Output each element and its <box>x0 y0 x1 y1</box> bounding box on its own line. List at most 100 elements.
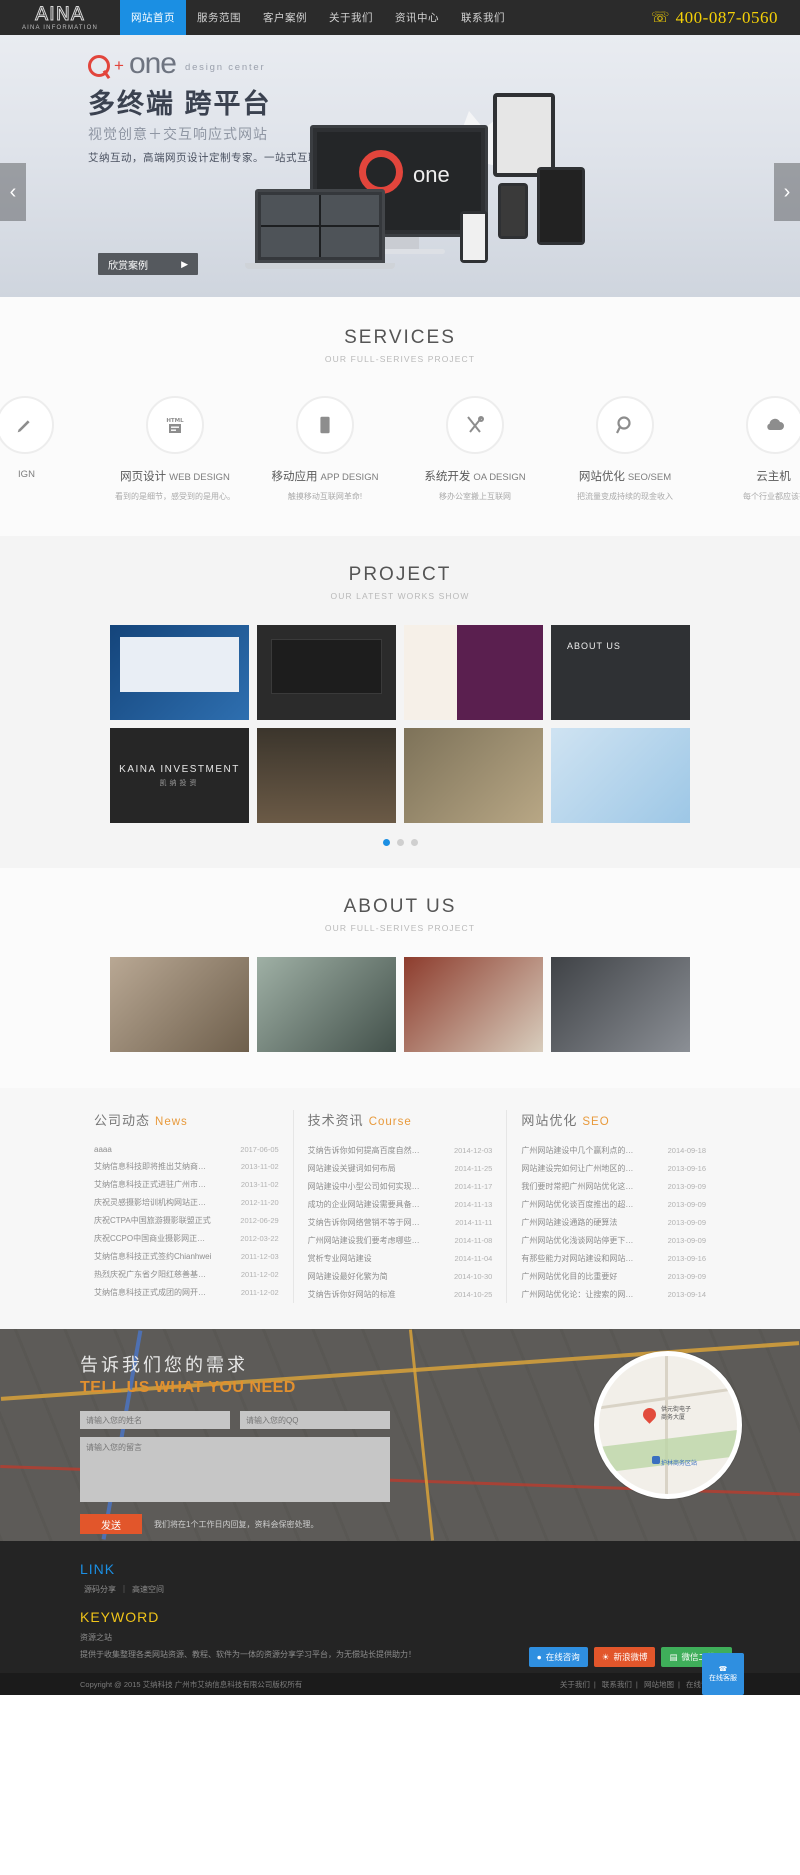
about-photo[interactable] <box>551 957 690 1052</box>
news-item[interactable]: 广州网站优化谈百度推出的超绝外 2013-09-09 <box>521 1195 706 1213</box>
map-station-icon <box>652 1456 660 1464</box>
news-item[interactable]: 艾纳信息科技正式进驻广州市番禺 2013-11-02 <box>94 1175 279 1193</box>
weibo-button[interactable]: ☀ 新浪微博 <box>593 1647 656 1667</box>
phone-left-mockup <box>460 211 488 263</box>
news-item[interactable]: 艾纳信息科技即将推出艾纳商务通 2013-11-02 <box>94 1157 279 1175</box>
service-item-web-design[interactable]: HTML 网页设计 WEB DESIGN 看到的是细节，感受到的是用心。 <box>100 396 250 502</box>
banner-brand-one: one <box>128 47 177 80</box>
nav-item-contact[interactable]: 联系我们 <box>450 0 516 35</box>
map-pin-label: 供元街电子 商务大厦 <box>661 1407 692 1421</box>
project-card[interactable] <box>110 625 249 720</box>
pagination-dot-1[interactable] <box>382 839 390 846</box>
bottom-link-sitemap[interactable]: 网站地图 <box>644 1680 674 1689</box>
footer-bottom-links: 关于我们 | 联系我们 | 网站地图 | 在线留言 <box>559 1679 716 1689</box>
pagination-dot-2[interactable] <box>396 839 404 846</box>
news-column-seo: 网站优化 SEO 广州网站建设中几个赢利点的分享 2014-09-18 网站建设完如… <box>506 1110 720 1303</box>
message-textarea[interactable] <box>80 1437 390 1502</box>
news-item[interactable]: 广州网站优化论：让搜索的网站错 2013-09-14 <box>521 1285 706 1303</box>
news-item[interactable]: 广州网站建设我们要考虑哪些因素 2014-11-08 <box>308 1231 493 1249</box>
news-column-heading: 网站优化 SEO <box>521 1113 610 1128</box>
news-item[interactable]: 艾纳告诉你如何提高百度自然排名 2014-12-03 <box>308 1141 493 1159</box>
news-item[interactable]: 艾纳告诉你网络营销不等于网站建 2014-11-11 <box>308 1213 493 1231</box>
about-photo[interactable] <box>257 957 396 1052</box>
footer-link-2[interactable]: 高速空间 <box>132 1585 164 1594</box>
service-item-cloud[interactable]: 云主机 每个行业都应该有 <box>700 396 800 502</box>
service-desc: 移办公室搬上互联网 <box>439 492 511 501</box>
bottom-link-about[interactable]: 关于我们 <box>560 1680 590 1689</box>
news-item[interactable]: 广州网站优化目的比重要好 2013-09-09 <box>521 1267 706 1285</box>
news-item[interactable]: 庆祝灵感摄影培训机构网站正式运 2012-11-20 <box>94 1193 279 1211</box>
news-item[interactable]: 我们要时常把广州网站优化这几种 2013-09-09 <box>521 1177 706 1195</box>
services-heading: SERVICES OUR FULL-SERIVES PROJECT <box>0 327 800 364</box>
arrow-right-icon: ▶ <box>181 258 188 269</box>
project-card[interactable] <box>404 625 543 720</box>
footer-content: LINK 源码分享｜高速空间 KEYWORD 资源之站 提供于收集整理各类网站资… <box>80 1561 744 1695</box>
site-header: AINA AINA INFORMATION 网站首页 服务范围 客户案例 关于我… <box>0 0 800 35</box>
news-item[interactable]: 热烈庆祝广东省夕阳红慈善基金会 2011-12-02 <box>94 1265 279 1283</box>
news-item[interactable]: 庆祝CTPA中国旅游摄影联盟正式 2012-06-29 <box>94 1211 279 1229</box>
project-grid: KAINA INVESTMENT 凯纳投资 <box>110 625 690 823</box>
phone-icon: ☏ <box>650 9 670 26</box>
news-item[interactable]: 艾纳告诉你好网站的标准 2014-10-25 <box>308 1285 493 1303</box>
news-item[interactable]: 广州网站建设通路的硬算法 2013-09-09 <box>521 1213 706 1231</box>
name-input[interactable] <box>80 1411 230 1429</box>
news-item[interactable]: 网站建设最好化繁为简 2014-10-30 <box>308 1267 493 1285</box>
banner-prev-arrow[interactable]: ‹ <box>0 163 26 221</box>
send-button[interactable]: 发送 <box>80 1514 142 1534</box>
news-item[interactable]: 艾纳信息科技正式签约Chianhwei 2011-12-03 <box>94 1247 279 1265</box>
nav-item-home[interactable]: 网站首页 <box>120 0 186 35</box>
news-item[interactable]: 赏析专业网站建设 2014-11-04 <box>308 1249 493 1267</box>
nav-item-about[interactable]: 关于我们 <box>318 0 384 35</box>
news-item[interactable]: aaaa 2017-06-05 <box>94 1141 279 1157</box>
headset-icon: ☎ <box>718 1666 728 1673</box>
services-list: IGN HTML 网页设计 WEB DESIGN 看到的是细节，感受到的是用心。 … <box>0 396 800 502</box>
header-phone[interactable]: ☏ 400-087-0560 <box>651 8 800 28</box>
news-item[interactable]: 有那些能力对网站建设和网站优化 2013-09-16 <box>521 1249 706 1267</box>
online-chat-button[interactable]: ● 在线咨询 <box>528 1647 588 1667</box>
project-card[interactable]: KAINA INVESTMENT 凯纳投资 <box>110 728 249 823</box>
nav-item-cases[interactable]: 客户案例 <box>252 0 318 35</box>
weibo-icon: ☀ <box>601 1651 610 1662</box>
nav-item-services[interactable]: 服务范围 <box>186 0 252 35</box>
about-photo[interactable] <box>404 957 543 1052</box>
service-item-seo[interactable]: 网站优化 SEO/SEM 把流量变成持续的现金收入 <box>550 396 700 502</box>
qq-input[interactable] <box>240 1411 390 1429</box>
news-item[interactable]: 庆祝CCPO中国商业摄影网正式上 2012-03-22 <box>94 1229 279 1247</box>
service-name: 云主机 <box>756 471 791 483</box>
project-card[interactable] <box>551 728 690 823</box>
service-item-design[interactable]: IGN <box>0 396 100 502</box>
news-item[interactable]: 广州网站建设中几个赢利点的分享 2014-09-18 <box>521 1141 706 1159</box>
map-circle-widget[interactable]: 供元街电子 商务大厦 护林商务区站 <box>594 1351 742 1499</box>
project-card[interactable] <box>257 728 396 823</box>
nav-item-news[interactable]: 资讯中心 <box>384 0 450 35</box>
project-card[interactable] <box>257 625 396 720</box>
news-item[interactable]: 广州网站优化浅谈网站停更下导分 2013-09-09 <box>521 1231 706 1249</box>
news-item[interactable]: 艾纳信息科技正式成团的网开白鹭网 2011-12-02 <box>94 1283 279 1301</box>
service-item-app-design[interactable]: 移动应用 APP DESIGN 触摸移动互联网革命! <box>250 396 400 502</box>
laptop-mockup <box>255 189 385 263</box>
banner-brand-plus: + <box>114 56 124 75</box>
news-item[interactable]: 网站建设完如何让广州地区的人知 2013-09-16 <box>521 1159 706 1177</box>
news-item[interactable]: 网站建设中小型公司如何实现网络 2014-11-17 <box>308 1177 493 1195</box>
footer-links: 源码分享｜高速空间 <box>84 1585 164 1594</box>
floating-service-button[interactable]: ☎ 在线客服 <box>702 1653 744 1695</box>
design-icon <box>0 396 54 454</box>
services-title: SERVICES <box>344 327 456 348</box>
project-card[interactable] <box>404 728 543 823</box>
about-grid <box>110 957 690 1052</box>
news-item[interactable]: 成功的企业网站建设需要具备哪些 2014-11-13 <box>308 1195 493 1213</box>
news-item[interactable]: 网站建设关键词如何布局 2014-11-25 <box>308 1159 493 1177</box>
phone-right-mockup <box>498 183 528 239</box>
about-photo[interactable] <box>110 957 249 1052</box>
project-card[interactable] <box>551 625 690 720</box>
pagination-dot-3[interactable] <box>410 839 418 846</box>
map-road <box>665 1356 668 1494</box>
site-logo[interactable]: AINA AINA INFORMATION <box>0 4 120 31</box>
banner-cta-button[interactable]: 欣赏案例 ▶ <box>98 253 198 275</box>
copyright-text: Copyright @ 2015 艾纳科技 广州市艾纳信息科技有限公司版权所有 <box>80 1679 303 1689</box>
footer-link-1[interactable]: 源码分享 <box>84 1585 116 1594</box>
project-heading: PROJECT OUR LATEST WORKS SHOW <box>0 564 800 601</box>
banner-next-arrow[interactable]: › <box>774 163 800 221</box>
service-item-oa-design[interactable]: 系统开发 OA DESIGN 移办公室搬上互联网 <box>400 396 550 502</box>
bottom-link-contact[interactable]: 联系我们 <box>602 1680 632 1689</box>
